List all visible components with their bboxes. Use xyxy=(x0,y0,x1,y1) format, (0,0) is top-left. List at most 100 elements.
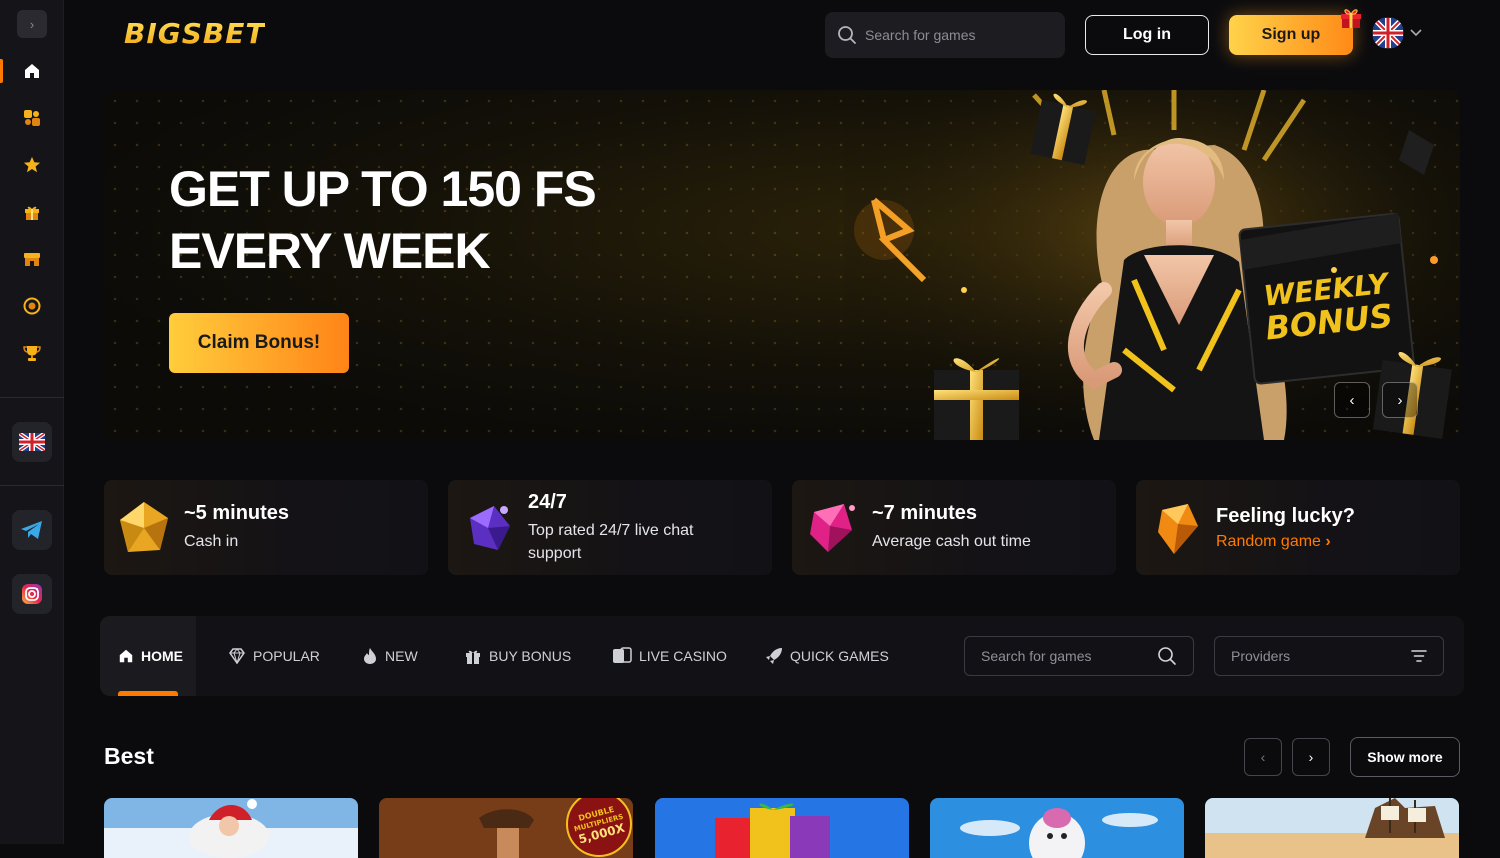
feature-title: 24/7 xyxy=(528,490,567,513)
sidebar-item-tournaments[interactable] xyxy=(0,335,64,371)
section-title-best: Best xyxy=(104,743,154,769)
tab-live-casino[interactable]: LIVE CASINO xyxy=(612,616,727,696)
feature-card-random-game[interactable]: Feeling lucky? Random game › xyxy=(1136,480,1460,575)
coin-icon xyxy=(23,297,41,315)
sidebar-language-button[interactable] xyxy=(12,422,52,462)
flame-icon xyxy=(364,648,376,664)
random-game-label: Random game xyxy=(1216,532,1321,550)
providers-filter-dropdown[interactable]: Providers xyxy=(1214,636,1444,676)
brand-logo[interactable]: BIGSBET xyxy=(124,17,265,50)
feature-card-cash-in: ~5 minutes Cash in xyxy=(104,480,428,575)
random-game-link[interactable]: Random game › xyxy=(1216,533,1355,551)
search-placeholder: Search for games xyxy=(981,648,1092,664)
instagram-icon xyxy=(22,584,42,604)
tab-label: HOME xyxy=(141,648,183,664)
home-icon xyxy=(25,64,39,78)
tab-new[interactable]: NEW xyxy=(362,616,418,696)
shop-icon xyxy=(24,253,40,266)
best-next-button[interactable]: › xyxy=(1292,738,1330,776)
promo-banner[interactable]: GET UP TO 150 FS EVERY WEEK Claim Bonus!… xyxy=(104,90,1460,440)
sidebar-item-home[interactable] xyxy=(0,53,64,89)
orange-gem-icon xyxy=(1158,503,1198,554)
tab-home[interactable]: HOME xyxy=(118,616,183,696)
sidebar: › xyxy=(0,0,64,844)
best-prev-button[interactable]: ‹ xyxy=(1244,738,1282,776)
tab-quick-games[interactable]: QUICK GAMES xyxy=(765,616,889,696)
feature-card-live-chat: 24/7 Top rated 24/7 live chat support xyxy=(448,480,772,575)
diamond-icon xyxy=(229,648,245,664)
search-icon xyxy=(838,26,856,44)
game-card[interactable]: DOUBLE MULTIPLIERS 5,000X xyxy=(379,798,633,858)
tab-buy-bonus[interactable]: BUY BONUS xyxy=(464,616,571,696)
sidebar-item-favorites[interactable] xyxy=(0,147,64,183)
uk-flag-icon xyxy=(1372,17,1404,49)
game-card[interactable] xyxy=(104,798,358,858)
star-icon xyxy=(23,156,41,173)
tab-label: BUY BONUS xyxy=(489,648,572,664)
providers-label: Providers xyxy=(1231,648,1291,664)
game-card[interactable] xyxy=(655,798,909,858)
banner-title-line1: GET UP TO 150 FS xyxy=(169,161,597,217)
banner-slider-controls: ‹ › xyxy=(1334,382,1418,418)
sidebar-divider xyxy=(0,485,64,486)
filter-icon xyxy=(1411,650,1427,662)
game-card[interactable] xyxy=(1205,798,1459,858)
language-selector[interactable] xyxy=(1372,17,1422,49)
tab-label: QUICK GAMES xyxy=(790,648,889,664)
game-thumbnail xyxy=(104,798,358,858)
sidebar-item-shop[interactable] xyxy=(0,241,64,277)
purple-gem-icon xyxy=(470,505,510,550)
tab-label: POPULAR xyxy=(253,648,320,664)
banner-prev-button[interactable]: ‹ xyxy=(1334,382,1370,418)
header: BIGSBET Search for games Log in Sign up xyxy=(64,0,1500,70)
chevron-down-icon xyxy=(1410,29,1422,37)
active-tab-indicator xyxy=(118,691,178,696)
login-button[interactable]: Log in xyxy=(1085,15,1209,55)
signup-button[interactable]: Sign up xyxy=(1229,9,1361,55)
game-thumbnail: DOUBLEMULTIPLIERS5,000X xyxy=(379,798,633,858)
game-thumbnail xyxy=(655,798,909,858)
search-placeholder: Search for games xyxy=(865,27,976,43)
banner-next-button[interactable]: › xyxy=(1382,382,1418,418)
feature-title: ~5 minutes xyxy=(184,502,290,524)
pink-gem-icon xyxy=(810,503,855,552)
sidebar-item-coins[interactable] xyxy=(0,288,64,324)
tab-label: NEW xyxy=(385,648,418,664)
gift-icon xyxy=(25,206,39,220)
gift-icon xyxy=(466,650,480,664)
signup-label: Sign up xyxy=(1261,26,1321,43)
feature-title: ~7 minutes xyxy=(872,502,978,524)
game-thumbnail xyxy=(1205,798,1459,858)
chevron-right-icon: › xyxy=(1325,532,1331,550)
telegram-button[interactable] xyxy=(12,510,52,550)
instagram-button[interactable] xyxy=(12,574,52,614)
telegram-icon xyxy=(21,521,42,539)
tab-label: LIVE CASINO xyxy=(639,648,727,664)
game-category-tabs: HOME POPULAR NEW BUY BONUS LIVE CASINO Q… xyxy=(100,616,1464,696)
rocket-icon xyxy=(766,648,782,664)
slots-icon xyxy=(24,110,40,126)
header-search-input[interactable]: Search for games xyxy=(825,12,1065,58)
game-thumbnail xyxy=(930,798,1184,858)
tab-popular[interactable]: POPULAR xyxy=(228,616,320,696)
games-search-input[interactable]: Search for games xyxy=(964,636,1194,676)
cards-icon xyxy=(613,647,632,663)
show-more-button[interactable]: Show more xyxy=(1350,737,1460,777)
feature-card-cash-out: ~7 minutes Average cash out time xyxy=(792,480,1116,575)
uk-flag-icon xyxy=(19,433,45,451)
chevron-right-icon: › xyxy=(29,16,35,32)
banner-title: GET UP TO 150 FS EVERY WEEK xyxy=(169,158,597,282)
sidebar-divider xyxy=(0,397,64,398)
feature-subtitle: Top rated 24/7 live chat support xyxy=(528,521,694,562)
feature-subtitle: Average cash out time xyxy=(872,533,1031,550)
sidebar-toggle-button[interactable]: › xyxy=(17,10,47,38)
sidebar-item-slots[interactable] xyxy=(0,100,64,136)
feature-subtitle: Cash in xyxy=(184,533,239,550)
game-card[interactable] xyxy=(930,798,1184,858)
banner-title-line2: EVERY WEEK xyxy=(169,223,491,279)
sidebar-item-bonuses[interactable] xyxy=(0,194,64,230)
claim-bonus-button[interactable]: Claim Bonus! xyxy=(169,313,349,373)
feature-title: Feeling lucky? xyxy=(1216,504,1355,527)
home-icon xyxy=(119,649,133,663)
gift-icon xyxy=(1341,9,1361,28)
